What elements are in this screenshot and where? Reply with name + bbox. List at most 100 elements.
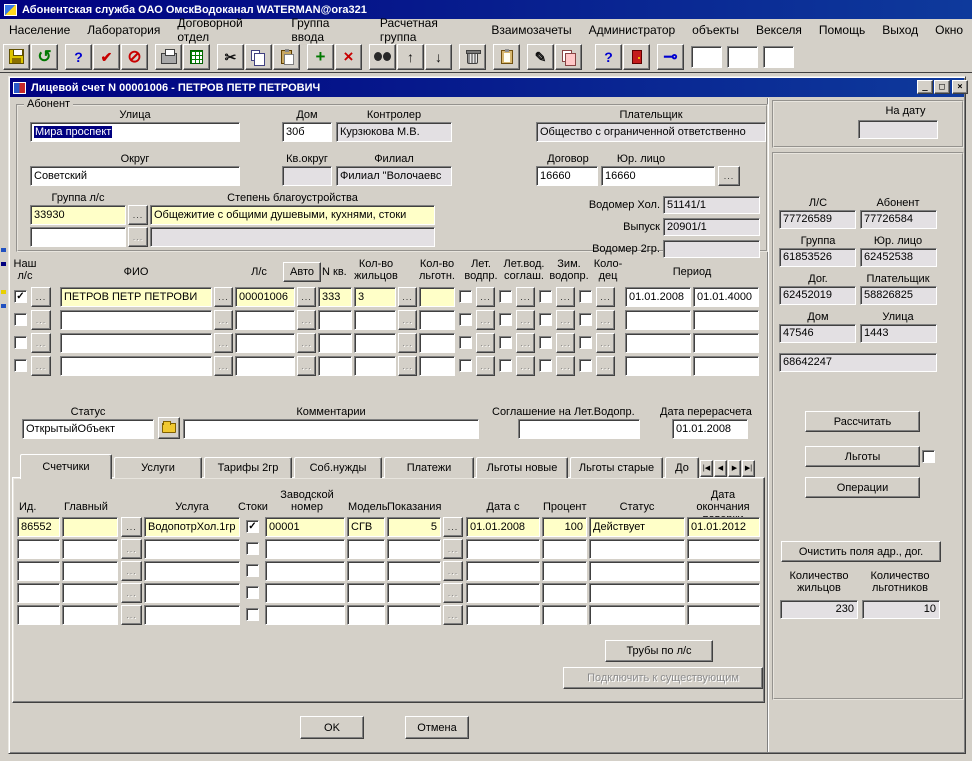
- zim-vodopr-lookup-button[interactable]: ...: [556, 310, 575, 330]
- ls-lookup-button[interactable]: ...: [297, 287, 316, 307]
- counter-readings-lookup-button[interactable]: ...: [443, 539, 463, 559]
- period-from-field[interactable]: [625, 310, 691, 330]
- counter-service-lookup-button[interactable]: ...: [121, 539, 142, 559]
- ls-lookup-button[interactable]: ...: [297, 333, 316, 353]
- tab-lgoty-starye[interactable]: Льготы старые: [570, 457, 663, 478]
- fio-lookup-button[interactable]: ...: [214, 356, 233, 376]
- counter-status-field[interactable]: [589, 583, 685, 603]
- tab-sob-nuzhdy[interactable]: Соб.нужды: [294, 457, 382, 478]
- stoki-checkbox[interactable]: ✓: [246, 520, 259, 533]
- counter-readings-field[interactable]: [387, 583, 441, 603]
- counter-service-lookup-button[interactable]: ...: [121, 605, 142, 625]
- counter-service-field[interactable]: ВодопотрХол.1гр: [144, 517, 240, 537]
- counter-status-field[interactable]: [589, 561, 685, 581]
- find-button[interactable]: [369, 43, 396, 70]
- counter-service-field[interactable]: [144, 605, 240, 625]
- counter-status-field[interactable]: [589, 539, 685, 559]
- counter-readings-field[interactable]: [387, 605, 441, 625]
- clipboard-button[interactable]: [493, 43, 520, 70]
- counter-percent-field[interactable]: [542, 583, 587, 603]
- kolodets-checkbox[interactable]: [579, 313, 592, 326]
- fio-lookup-button[interactable]: ...: [214, 310, 233, 330]
- counter-service-lookup-button[interactable]: ...: [121, 517, 142, 537]
- gruppa-ls-lookup-button[interactable]: ...: [128, 205, 148, 225]
- jur-litso-lookup-button[interactable]: ...: [718, 166, 740, 186]
- tab-tarify-2gr[interactable]: Тарифы 2гр: [204, 457, 292, 478]
- counter-status-field[interactable]: [589, 605, 685, 625]
- connect-button[interactable]: ⊸: [657, 43, 684, 70]
- zhiltsy-field[interactable]: [354, 333, 396, 353]
- kolodets-checkbox[interactable]: [579, 290, 592, 303]
- operations-button[interactable]: Операции: [805, 477, 920, 498]
- menu-item-vyhod[interactable]: Выход: [882, 23, 918, 37]
- menu-item-raschetnaya-gruppa[interactable]: Расчетная группа: [380, 16, 475, 44]
- kolodets-lookup-button[interactable]: ...: [596, 310, 615, 330]
- period-to-field[interactable]: [693, 333, 759, 353]
- soglashenie-field[interactable]: [518, 419, 640, 439]
- zim-vodopr-lookup-button[interactable]: ...: [556, 356, 575, 376]
- exit-button[interactable]: [623, 43, 650, 70]
- zim-vodopr-lookup-button[interactable]: ...: [556, 287, 575, 307]
- zhiltsy-lookup-button[interactable]: ...: [398, 356, 417, 376]
- counter-factory-field[interactable]: 00001: [265, 517, 345, 537]
- zhiltsy-lookup-button[interactable]: ...: [398, 333, 417, 353]
- calculate-button[interactable]: Рассчитать: [805, 411, 920, 432]
- counter-readings-lookup-button[interactable]: ...: [443, 605, 463, 625]
- street-field[interactable]: Мира проспект: [30, 122, 240, 142]
- house-field[interactable]: 30б: [282, 122, 332, 142]
- fio-lookup-button[interactable]: ...: [214, 333, 233, 353]
- counter-main-field[interactable]: [62, 517, 118, 537]
- cancel-footer-button[interactable]: Отмена: [405, 716, 469, 739]
- let-vodpr-lookup-button[interactable]: ...: [476, 287, 495, 307]
- lgotn-field[interactable]: [419, 333, 455, 353]
- tab-schetchiki[interactable]: Счетчики: [20, 454, 112, 479]
- counter-factory-field[interactable]: [265, 539, 345, 559]
- counter-model-field[interactable]: [347, 605, 385, 625]
- counter-verify-field[interactable]: [687, 605, 760, 625]
- recalc-date-field[interactable]: 01.01.2008: [672, 419, 748, 439]
- counter-main-field[interactable]: [62, 605, 118, 625]
- counter-date-from-field[interactable]: [466, 583, 540, 603]
- menu-item-vekselya[interactable]: Векселя: [756, 23, 802, 37]
- counter-date-from-field[interactable]: [466, 539, 540, 559]
- lgotn-field[interactable]: [419, 310, 455, 330]
- cut-button[interactable]: ✂: [217, 43, 244, 70]
- period-from-field[interactable]: [625, 333, 691, 353]
- save-button[interactable]: [3, 43, 30, 70]
- fio-field[interactable]: [60, 333, 212, 353]
- let-soglash-lookup-button[interactable]: ...: [516, 310, 535, 330]
- period-to-field[interactable]: 01.01.4000: [693, 287, 759, 307]
- tab-scroll-first-button[interactable]: |◀: [700, 460, 713, 477]
- let-vodpr-lookup-button[interactable]: ...: [476, 310, 495, 330]
- ls-field[interactable]: 00001006: [235, 287, 295, 307]
- counter-readings-field[interactable]: [387, 561, 441, 581]
- menu-item-gruppa-vvoda[interactable]: Группа ввода: [291, 16, 363, 44]
- menu-item-pomosch[interactable]: Помощь: [819, 23, 865, 37]
- print-button[interactable]: [155, 43, 182, 70]
- cancel-button[interactable]: ⊘: [121, 43, 148, 70]
- counter-service-field[interactable]: [144, 583, 240, 603]
- zim-vodopr-checkbox[interactable]: [539, 359, 552, 372]
- menu-item-okno[interactable]: Окно: [935, 23, 963, 37]
- rollback-button[interactable]: ↺: [31, 43, 58, 70]
- tab-scroll-last-button[interactable]: ▶|: [742, 460, 755, 477]
- counter-readings-lookup-button[interactable]: ...: [443, 561, 463, 581]
- counter-readings-field[interactable]: [387, 539, 441, 559]
- nash-ls-checkbox[interactable]: [14, 313, 27, 326]
- counter-date-from-field[interactable]: [466, 561, 540, 581]
- zhiltsy-field[interactable]: [354, 356, 396, 376]
- delete-record-button[interactable]: ×: [335, 43, 362, 70]
- na-datu-field[interactable]: [858, 120, 938, 139]
- kolodets-lookup-button[interactable]: ...: [596, 333, 615, 353]
- tab-scroll-prev-button[interactable]: ◀: [714, 460, 727, 477]
- let-soglash-lookup-button[interactable]: ...: [516, 287, 535, 307]
- let-soglash-lookup-button[interactable]: ...: [516, 356, 535, 376]
- fio-field[interactable]: ПЕТРОВ ПЕТР ПЕТРОВИ: [60, 287, 212, 307]
- period-from-field[interactable]: [625, 356, 691, 376]
- stoki-checkbox[interactable]: [246, 586, 259, 599]
- ls-field[interactable]: [235, 356, 295, 376]
- lgoty-checkbox[interactable]: [922, 450, 935, 463]
- tab-dok[interactable]: До: [665, 457, 699, 478]
- ok-button[interactable]: OK: [300, 716, 364, 739]
- tab-uslugi[interactable]: Услуги: [114, 457, 202, 478]
